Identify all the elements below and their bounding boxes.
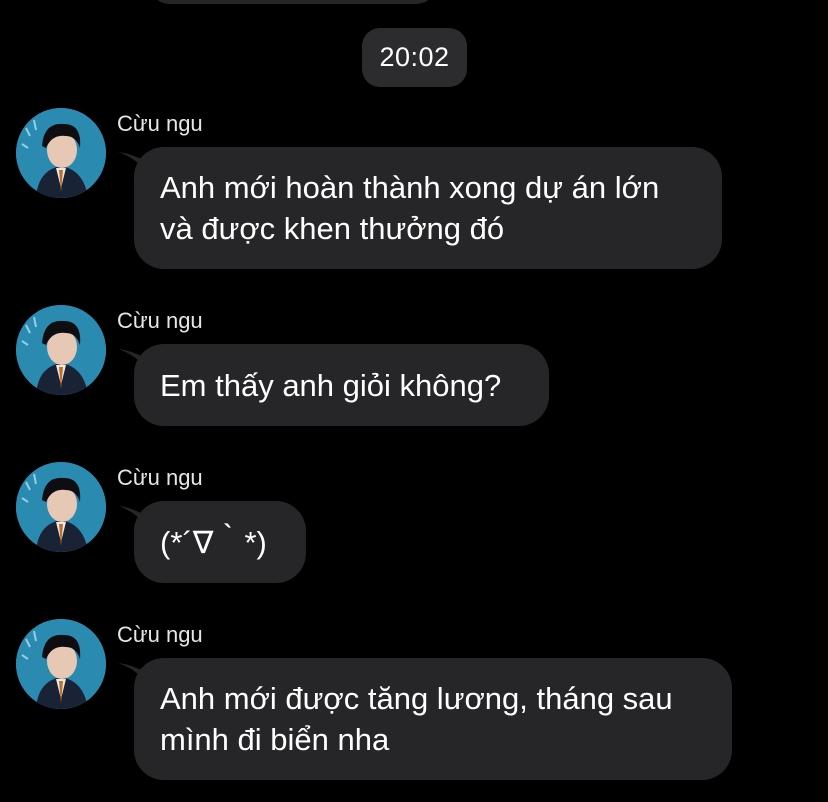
timestamp-pill: 20:02	[362, 28, 467, 87]
sender-name: Cừu ngu	[117, 622, 203, 647]
avatar[interactable]	[16, 462, 106, 552]
message-bubble[interactable]: Anh mới hoàn thành xong dự án lớn và đượ…	[134, 147, 722, 269]
message-text-line: và được khen thưởng đó	[160, 211, 505, 246]
previous-message-bubble	[148, 0, 438, 4]
sender-name: Cừu ngu	[117, 465, 203, 490]
timestamp-text: 20:02	[379, 42, 450, 72]
message-bubble[interactable]: (*´∇｀*)	[134, 501, 306, 583]
avatar[interactable]	[16, 108, 106, 198]
avatar[interactable]	[16, 305, 106, 395]
message-bubble[interactable]: Em thấy anh giỏi không?	[134, 344, 549, 426]
sender-name: Cừu ngu	[117, 111, 203, 136]
message-text-line: Anh mới được tăng lương, tháng sau	[160, 681, 673, 716]
avatar[interactable]	[16, 619, 106, 709]
sender-name: Cừu ngu	[117, 308, 203, 333]
message-text-line: Anh mới hoàn thành xong dự án lớn	[160, 170, 660, 205]
message-bubble[interactable]: Anh mới được tăng lương, tháng sau mình …	[134, 658, 732, 780]
message-text-line: (*´∇｀*)	[160, 524, 267, 560]
message-text-line: mình đi biển nha	[160, 722, 390, 757]
message-text-line: Em thấy anh giỏi không?	[160, 367, 502, 403]
